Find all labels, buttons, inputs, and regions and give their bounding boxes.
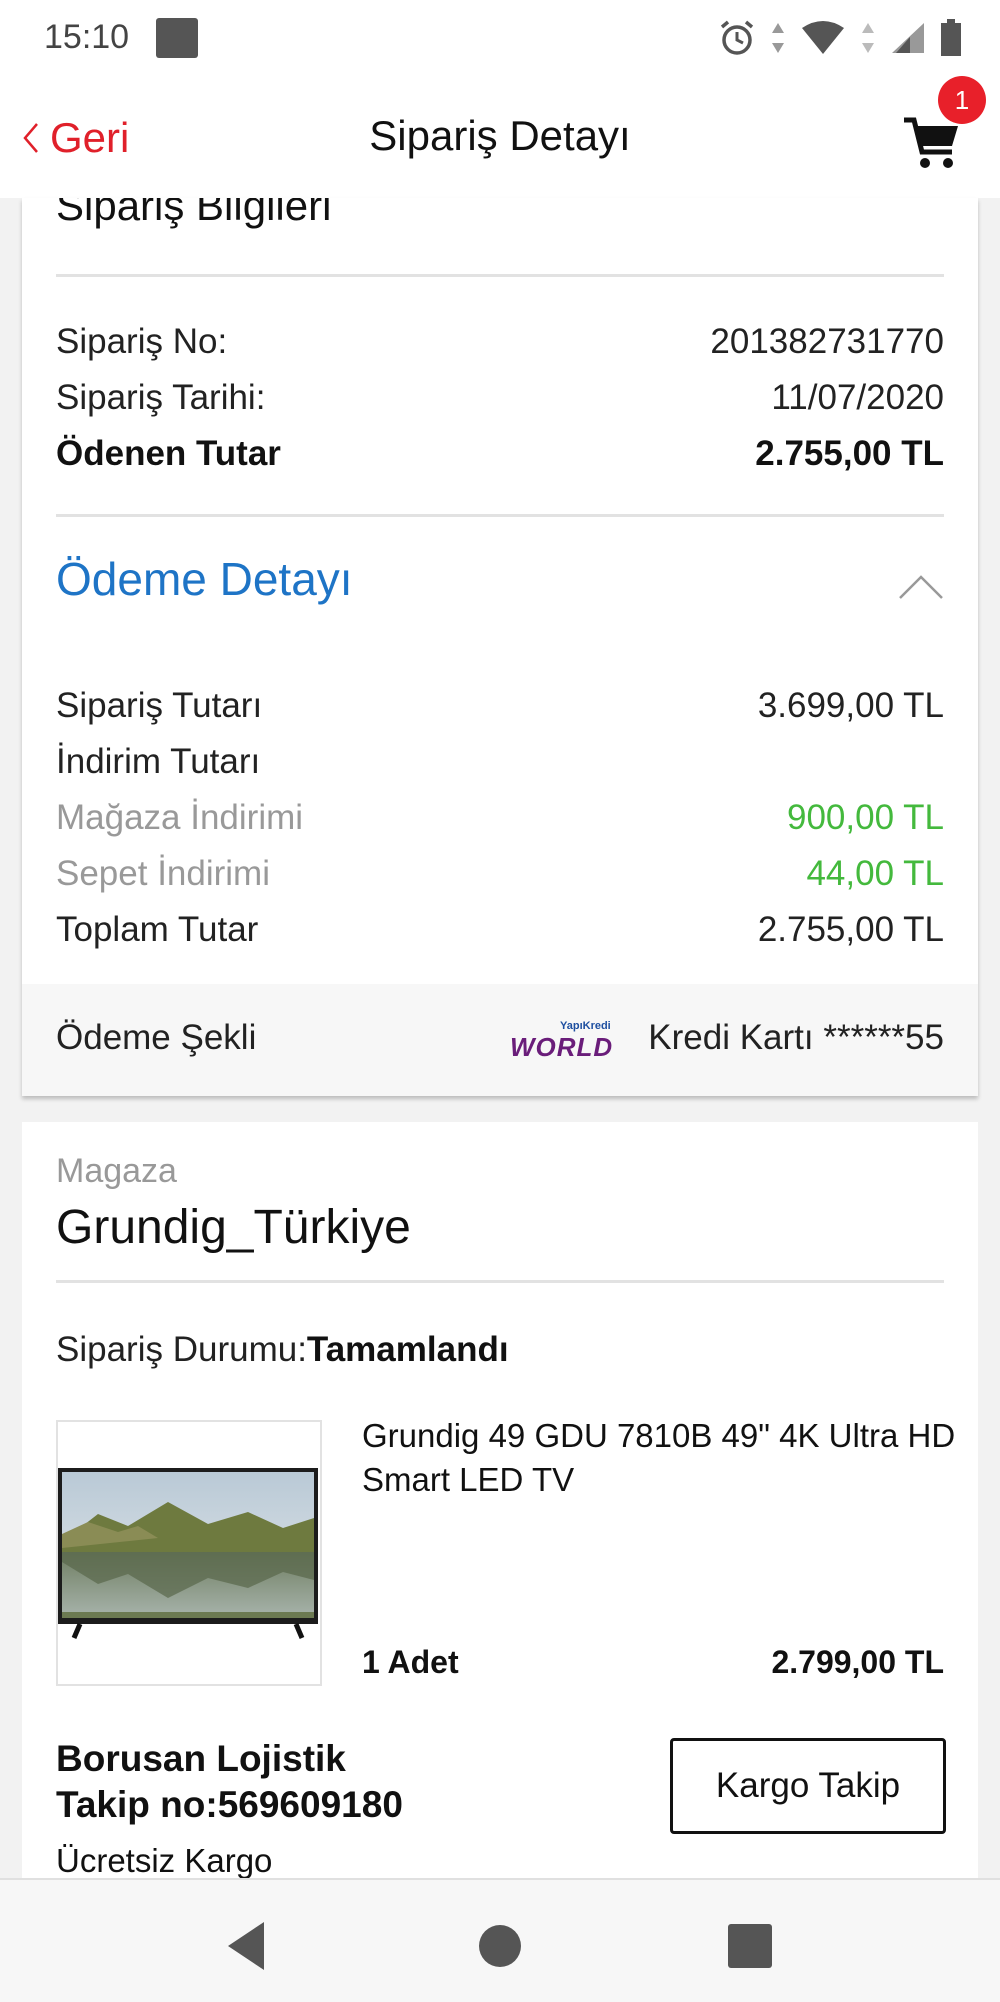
order-amount-value: 3.699,00 TL [757, 686, 944, 725]
store-name: Grundig_Türkiye [56, 1201, 411, 1254]
payment-detail-toggle[interactable]: Ödeme Detayı [22, 528, 978, 638]
page-title: Sipariş Detayı [369, 112, 631, 159]
product-price: 2.799,00 TL [771, 1644, 944, 1680]
world-logo-main: WORLD [510, 1032, 614, 1062]
back-triangle-icon[interactable] [218, 1916, 278, 1976]
divider [56, 514, 944, 517]
order-date-value: 11/07/2020 [771, 378, 944, 417]
product-name[interactable]: Grundig 49 GDU 7810B 49" 4K Ultra HD Sma… [362, 1414, 962, 1502]
tv-image-icon [58, 1468, 318, 1639]
divider [56, 274, 944, 277]
signal-icon [892, 23, 924, 53]
payment-card-text: Kredi Kartı ******55 [648, 1018, 944, 1057]
battery-icon [941, 19, 961, 56]
world-card-logo: YapıKredi WORLD [508, 1020, 626, 1062]
app-header: Geri Sipariş Detayı 1 [0, 76, 1000, 198]
status-icons [718, 16, 962, 60]
store-label: Magaza [56, 1152, 177, 1190]
order-amount-label: Sipariş Tutarı [56, 686, 263, 725]
home-circle-icon[interactable] [470, 1916, 530, 1976]
total-amount-value: 2.755,00 TL [757, 910, 944, 949]
store-discount-label: Mağaza İndirimi [56, 798, 304, 837]
system-nav-bar [0, 1878, 1000, 2002]
order-no-label: Sipariş No: [56, 322, 228, 361]
discount-amount-label: İndirim Tutarı [56, 742, 261, 781]
store-discount-value: 900,00 TL [787, 798, 944, 837]
order-info-card: Sipariş Bilgileri Sipariş No: 2013827317… [22, 198, 978, 1096]
order-status-label: Sipariş Durumu: [56, 1330, 307, 1369]
shipping-carrier: Borusan Lojistik [56, 1738, 346, 1779]
notification-square-icon [156, 18, 198, 58]
free-shipping-note: Ücretsiz Kargo [56, 1842, 273, 1879]
data-arrows-icon [772, 23, 784, 53]
product-quantity: 1 Adet [362, 1644, 459, 1680]
order-status-value: Tamamlandı [306, 1330, 509, 1369]
order-info-title: Sipariş Bilgileri [56, 198, 332, 229]
product-image[interactable] [56, 1420, 322, 1686]
cargo-tracking-button[interactable]: Kargo Takip [670, 1738, 946, 1834]
payment-method-label: Ödeme Şekli [56, 1018, 257, 1057]
paid-amount-value: 2.755,00 TL [755, 434, 944, 473]
payment-method-row: Ödeme Şekli YapıKredi WORLD Kredi Kartı … [22, 984, 978, 1096]
store-order-card: Magaza Grundig_Türkiye Sipariş Durumu:Ta… [22, 1122, 978, 1882]
divider [56, 1280, 944, 1283]
payment-detail-title: Ödeme Detayı [56, 553, 353, 605]
data-arrows-icon-2 [862, 23, 874, 53]
alarm-icon [720, 20, 754, 55]
total-amount-label: Toplam Tutar [56, 910, 259, 949]
recents-square-icon[interactable] [720, 1916, 780, 1976]
wifi-icon [802, 21, 844, 54]
order-date-label: Sipariş Tarihi: [56, 378, 266, 417]
world-logo-top: YapıKredi [560, 1020, 611, 1032]
order-no-value: 201382731770 [710, 322, 944, 361]
chevron-up-icon [899, 575, 943, 599]
cart-badge: 1 [938, 76, 986, 124]
cart-discount-value: 44,00 TL [806, 854, 944, 893]
cart-discount-label: Sepet İndirimi [56, 854, 270, 893]
paid-amount-label: Ödenen Tutar [56, 434, 281, 473]
cart-icon [904, 117, 958, 168]
status-bar: 15:10 [0, 0, 1000, 78]
tracking-number: Takip no:569609180 [56, 1784, 403, 1825]
order-status: Sipariş Durumu:Tamamlandı [56, 1330, 509, 1370]
status-time: 15:10 [44, 18, 130, 56]
